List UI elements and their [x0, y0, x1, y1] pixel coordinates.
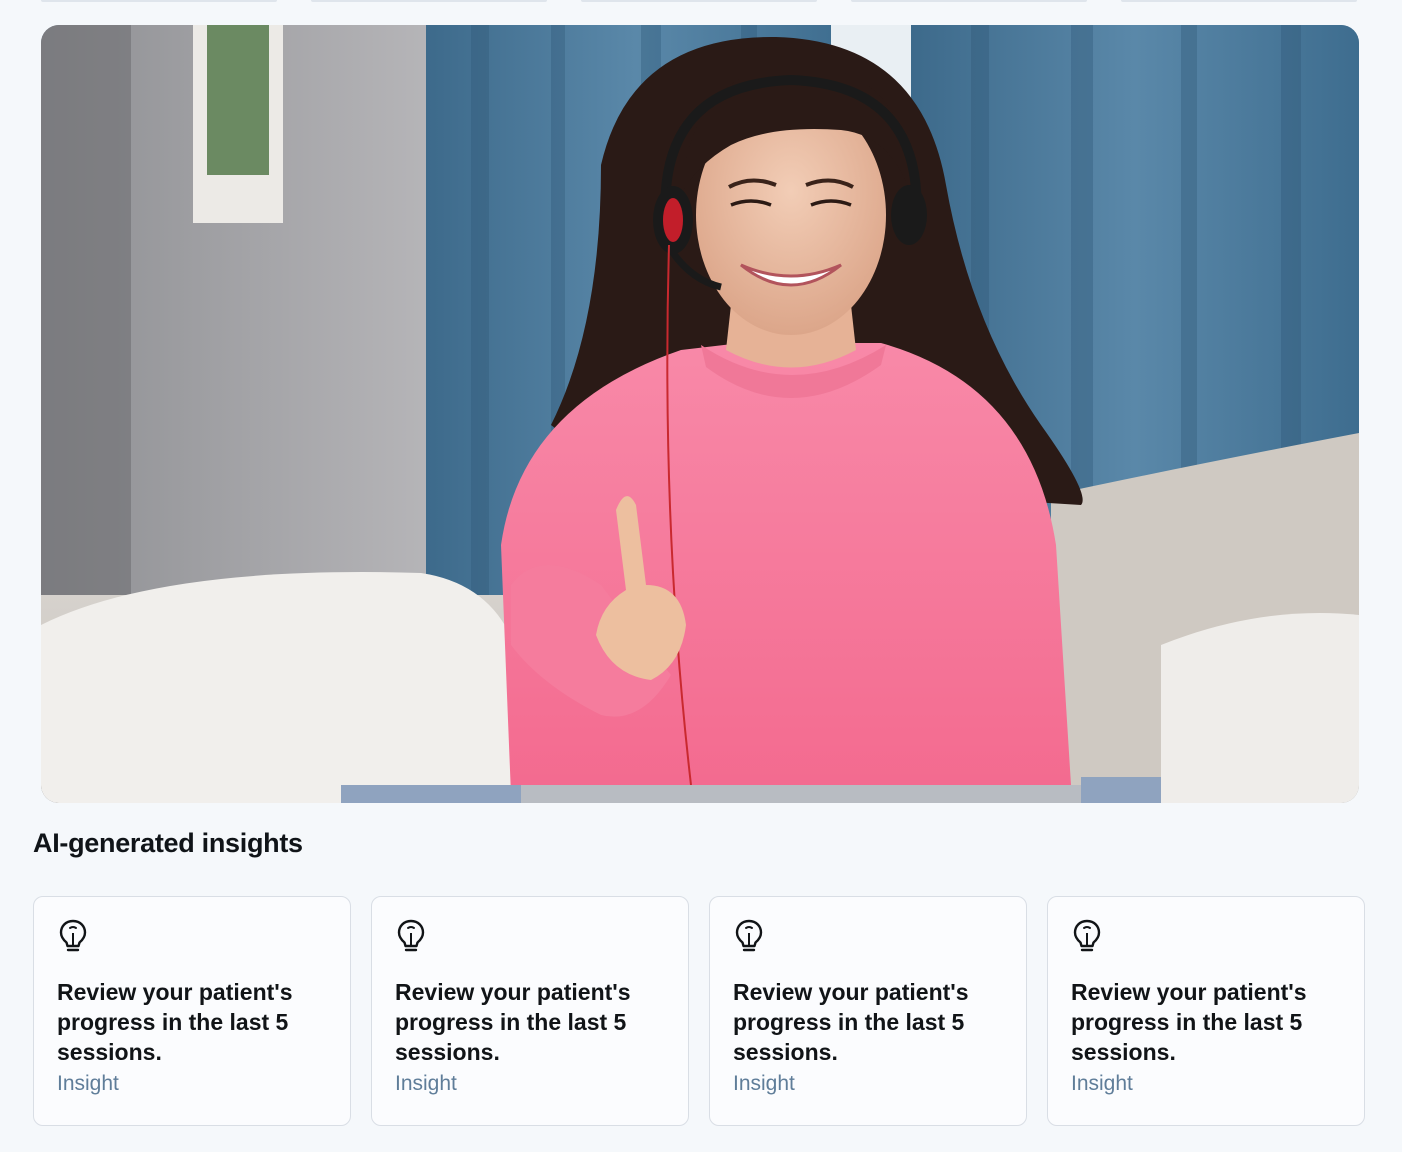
- insight-card-text: Review your patient's progress in the la…: [57, 979, 293, 1065]
- lightbulb-icon: [735, 919, 763, 952]
- lightbulb-icon: [59, 919, 87, 952]
- tab-edge[interactable]: [851, 0, 1087, 2]
- insight-card-text: Review your patient's progress in the la…: [733, 979, 969, 1065]
- insight-cards: Review your patient's progress in the la…: [33, 896, 1367, 1128]
- insight-card-tag: Insight: [395, 1072, 457, 1095]
- insights-section-title: AI-generated insights: [33, 828, 303, 858]
- tab-edge[interactable]: [1121, 0, 1357, 2]
- insight-card[interactable]: Review your patient's progress in the la…: [1047, 896, 1365, 1126]
- tab-edge[interactable]: [311, 0, 547, 2]
- insight-card-text: Review your patient's progress in the la…: [395, 979, 631, 1065]
- tab-edge[interactable]: [581, 0, 817, 2]
- insight-card-tag: Insight: [733, 1072, 795, 1095]
- lightbulb-icon: [1073, 919, 1101, 952]
- insight-card[interactable]: Review your patient's progress in the la…: [33, 896, 351, 1126]
- video-session-image[interactable]: [41, 25, 1359, 803]
- patient-photo: [41, 25, 1359, 803]
- insight-card-tag: Insight: [57, 1072, 119, 1095]
- lightbulb-icon: [397, 919, 425, 952]
- insight-card[interactable]: Review your patient's progress in the la…: [709, 896, 1027, 1126]
- tab-edge[interactable]: [41, 0, 277, 2]
- insight-card-text: Review your patient's progress in the la…: [1071, 979, 1307, 1065]
- insight-card[interactable]: Review your patient's progress in the la…: [371, 896, 689, 1126]
- insight-card-tag: Insight: [1071, 1072, 1133, 1095]
- top-tab-strip: [0, 0, 1402, 6]
